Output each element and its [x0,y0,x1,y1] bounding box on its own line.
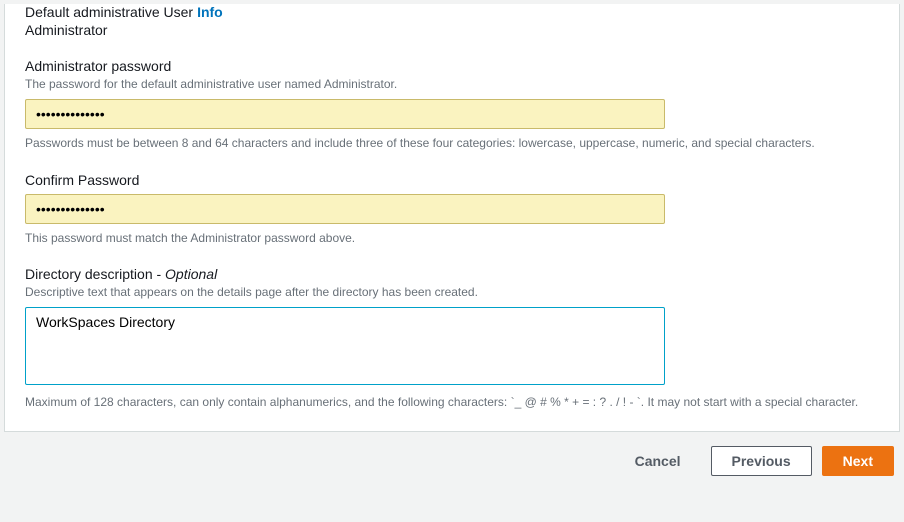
default-user-label: Default administrative User [25,4,193,20]
description-label: Directory description - Optional [25,266,879,282]
default-user-value: Administrator [25,22,879,38]
admin-password-label: Administrator password [25,58,879,74]
description-constraint: Maximum of 128 characters, can only cont… [25,394,879,411]
admin-password-section: Administrator password The password for … [25,58,879,152]
next-button[interactable]: Next [822,446,894,476]
admin-password-hint: The password for the default administrat… [25,76,879,93]
previous-button[interactable]: Previous [711,446,812,476]
default-user-section: Default administrative User Info Adminis… [25,4,879,38]
cancel-button[interactable]: Cancel [615,447,701,475]
admin-password-input[interactable] [25,99,665,129]
info-link[interactable]: Info [197,4,223,20]
admin-password-constraint: Passwords must be between 8 and 64 chara… [25,135,879,152]
confirm-password-label: Confirm Password [25,172,879,188]
description-textarea[interactable] [25,307,665,385]
confirm-password-section: Confirm Password This password must matc… [25,172,879,247]
default-user-label-row: Default administrative User Info [25,4,879,20]
confirm-password-constraint: This password must match the Administrat… [25,230,879,247]
wizard-footer: Cancel Previous Next [0,432,904,486]
description-section: Directory description - Optional Descrip… [25,266,879,411]
confirm-password-input[interactable] [25,194,665,224]
description-hint: Descriptive text that appears on the det… [25,284,879,301]
form-container: Default administrative User Info Adminis… [4,4,900,432]
